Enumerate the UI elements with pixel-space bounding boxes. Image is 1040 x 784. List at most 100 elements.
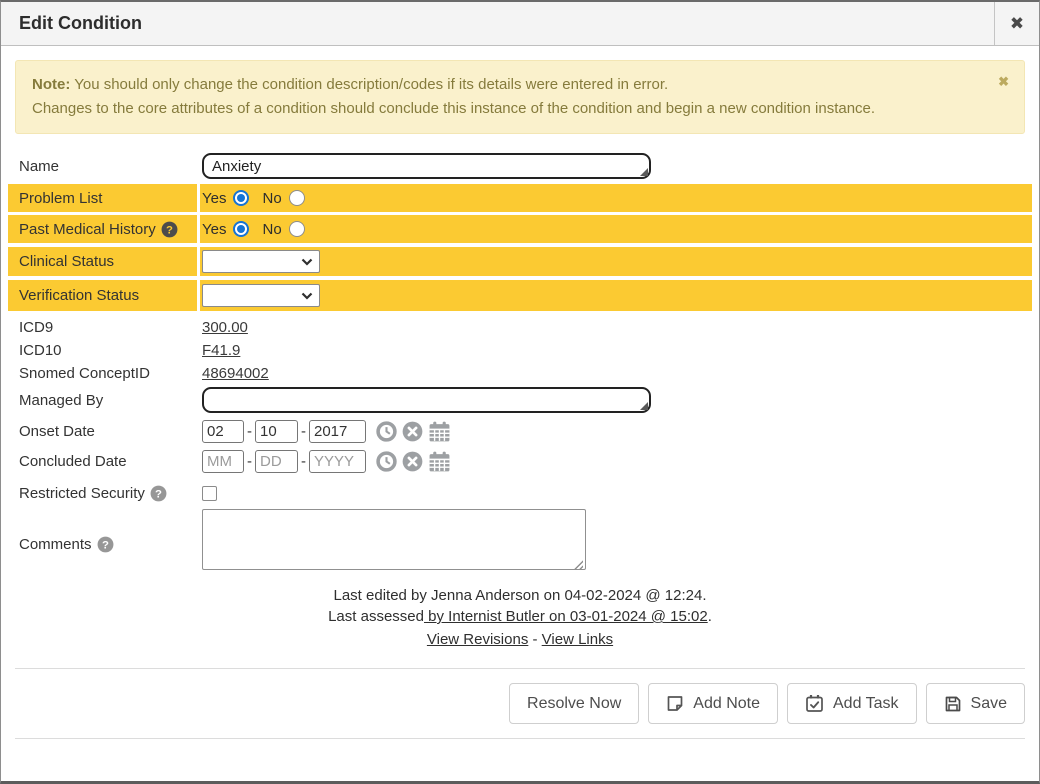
managed-by-row: Managed By <box>8 385 1032 415</box>
save-button[interactable]: Save <box>926 683 1025 724</box>
close-icon: ✖ <box>1010 14 1024 34</box>
problem-list-label: Problem List <box>8 184 197 212</box>
resolve-now-label: Resolve Now <box>527 695 621 713</box>
note-dismiss-icon[interactable]: ✖ <box>998 75 1009 88</box>
clock-icon <box>376 451 397 472</box>
past-medical-history-row: Past Medical History ? Yes No <box>8 215 1032 243</box>
problem-list-no-label: No <box>262 190 281 207</box>
icd9-row: ICD9 300.00 <box>8 316 1032 339</box>
clinical-status-row: Clinical Status <box>8 247 1032 276</box>
onset-now-button[interactable] <box>376 421 397 442</box>
clear-icon <box>402 421 423 442</box>
dialog-titlebar: Edit Condition ✖ <box>1 2 1039 46</box>
last-assessed-text: Last assessed by Internist Butler on 03-… <box>15 606 1025 627</box>
onset-date-row: Onset Date - - <box>8 418 1032 445</box>
restricted-security-label: Restricted Security <box>19 485 145 502</box>
onset-calendar-button[interactable] <box>428 421 451 442</box>
clock-icon <box>376 421 397 442</box>
calendar-icon <box>428 451 451 472</box>
clinical-status-label: Clinical Status <box>8 247 197 276</box>
snomed-label: Snomed ConceptID <box>8 362 197 385</box>
concluded-year-input[interactable] <box>309 450 366 473</box>
condition-form: Name Problem List Yes No <box>8 151 1032 575</box>
onset-clear-button[interactable] <box>402 421 423 442</box>
name-row: Name <box>8 151 1032 181</box>
concluded-date-row: Concluded Date - - <box>8 448 1032 475</box>
concluded-now-button[interactable] <box>376 451 397 472</box>
chevron-down-icon <box>301 258 313 266</box>
help-icon[interactable]: ? <box>97 536 114 553</box>
task-icon <box>805 694 824 713</box>
svg-text:?: ? <box>155 488 162 500</box>
last-edited-text: Last edited by Jenna Anderson on 04-02-2… <box>15 585 1025 606</box>
svg-text:?: ? <box>102 539 109 551</box>
help-icon[interactable]: ? <box>161 221 178 238</box>
note-line-1-text: You should only change the condition des… <box>70 76 668 93</box>
calendar-icon <box>428 421 451 442</box>
note-banner: Note: You should only change the conditi… <box>15 60 1025 134</box>
note-line-2: Changes to the core attributes of a cond… <box>32 97 980 121</box>
snomed-row: Snomed ConceptID 48694002 <box>8 362 1032 385</box>
managed-by-input[interactable] <box>202 387 651 413</box>
chevron-down-icon <box>301 292 313 300</box>
onset-year-input[interactable] <box>309 420 366 443</box>
audit-info: Last edited by Jenna Anderson on 04-02-2… <box>15 585 1025 650</box>
concluded-day-input[interactable] <box>255 450 298 473</box>
comments-label: Comments <box>19 536 92 553</box>
restricted-security-checkbox[interactable] <box>202 486 217 501</box>
note-bold-prefix: Note: <box>32 76 70 93</box>
clear-icon <box>402 451 423 472</box>
clinical-status-select[interactable] <box>202 250 320 273</box>
dialog-content: Note: You should only change the conditi… <box>1 46 1039 739</box>
past-medical-history-yes-label: Yes <box>202 221 226 238</box>
concluded-clear-button[interactable] <box>402 451 423 472</box>
onset-day-input[interactable] <box>255 420 298 443</box>
past-medical-history-yes-radio[interactable] <box>233 221 249 237</box>
action-button-row: Resolve Now Add Note Add Task <box>15 669 1025 738</box>
save-label: Save <box>971 695 1007 713</box>
onset-date-label: Onset Date <box>8 418 197 445</box>
icd10-label: ICD10 <box>8 339 197 362</box>
help-icon[interactable]: ? <box>150 485 167 502</box>
edit-condition-dialog: Edit Condition ✖ Note: You should only c… <box>0 0 1040 784</box>
save-icon <box>944 695 962 713</box>
date-separator: - <box>301 423 306 440</box>
problem-list-no-radio[interactable] <box>289 190 305 206</box>
last-assessed-suffix: . <box>708 608 712 625</box>
icd9-label: ICD9 <box>8 316 197 339</box>
note-icon <box>666 695 684 713</box>
dialog-close-button[interactable]: ✖ <box>994 2 1039 45</box>
comments-row: Comments ? <box>8 509 1032 575</box>
verification-status-label: Verification Status <box>8 280 197 311</box>
managed-by-label: Managed By <box>8 385 197 415</box>
view-revisions-link[interactable]: View Revisions <box>427 631 528 648</box>
concluded-month-input[interactable] <box>202 450 244 473</box>
icd10-row: ICD10 F41.9 <box>8 339 1032 362</box>
onset-month-input[interactable] <box>202 420 244 443</box>
verification-status-select[interactable] <box>202 284 320 307</box>
problem-list-yes-radio[interactable] <box>233 190 249 206</box>
past-medical-history-no-label: No <box>262 221 281 238</box>
last-assessed-link[interactable]: by Internist Butler on 03-01-2024 @ 15:0… <box>424 608 708 625</box>
svg-text:?: ? <box>166 224 173 236</box>
icd10-code-link[interactable]: F41.9 <box>202 342 240 359</box>
restricted-security-row: Restricted Security ? <box>8 481 1032 505</box>
problem-list-yes-label: Yes <box>202 190 226 207</box>
snomed-code-link[interactable]: 48694002 <box>202 365 269 382</box>
past-medical-history-no-radio[interactable] <box>289 221 305 237</box>
resolve-now-button[interactable]: Resolve Now <box>509 683 639 724</box>
meta-links: View Revisions - View Links <box>15 629 1025 650</box>
comments-textarea[interactable] <box>202 509 586 570</box>
date-separator: - <box>247 423 252 440</box>
icd9-code-link[interactable]: 300.00 <box>202 319 248 336</box>
past-medical-history-label: Past Medical History <box>19 221 156 238</box>
add-note-button[interactable]: Add Note <box>648 683 778 724</box>
add-task-button[interactable]: Add Task <box>787 683 917 724</box>
view-links-link[interactable]: View Links <box>542 631 613 648</box>
add-task-label: Add Task <box>833 695 899 713</box>
problem-list-row: Problem List Yes No <box>8 184 1032 212</box>
verification-status-row: Verification Status <box>8 280 1032 311</box>
name-input[interactable] <box>202 153 651 179</box>
concluded-calendar-button[interactable] <box>428 451 451 472</box>
note-line-1: Note: You should only change the conditi… <box>32 73 980 97</box>
